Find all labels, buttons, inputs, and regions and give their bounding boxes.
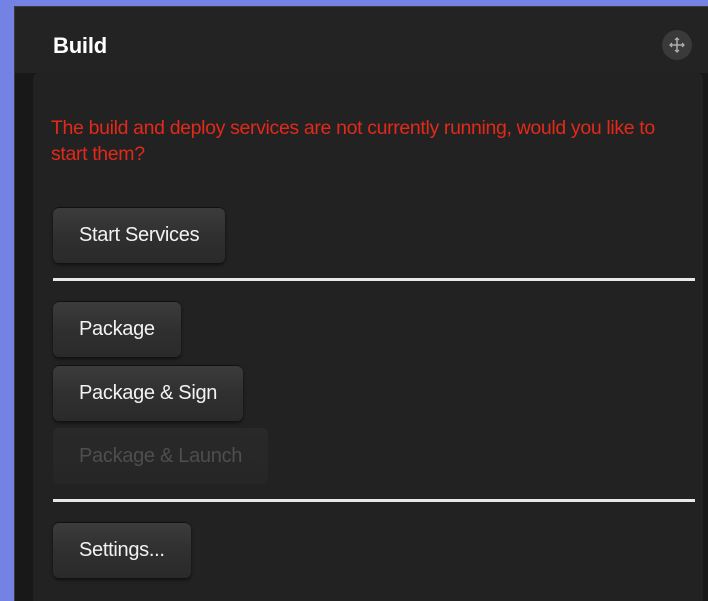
start-services-button[interactable]: Start Services [53, 207, 226, 263]
build-panel: Build The build and deploy services are … [14, 6, 708, 601]
services-warning-message: The build and deploy services are not cu… [51, 117, 655, 165]
package-button[interactable]: Package [53, 301, 181, 357]
panel-body: The build and deploy services are not cu… [33, 73, 703, 601]
move-handle[interactable] [662, 30, 692, 60]
package-sign-button[interactable]: Package & Sign [53, 365, 244, 421]
divider-bottom [53, 499, 695, 502]
settings-button[interactable]: Settings... [53, 522, 191, 578]
panel-header: Build [15, 7, 708, 73]
package-launch-button: Package & Launch [53, 428, 269, 484]
divider-top [53, 278, 695, 281]
panel-title: Build [53, 33, 107, 58]
move-icon [669, 37, 685, 53]
